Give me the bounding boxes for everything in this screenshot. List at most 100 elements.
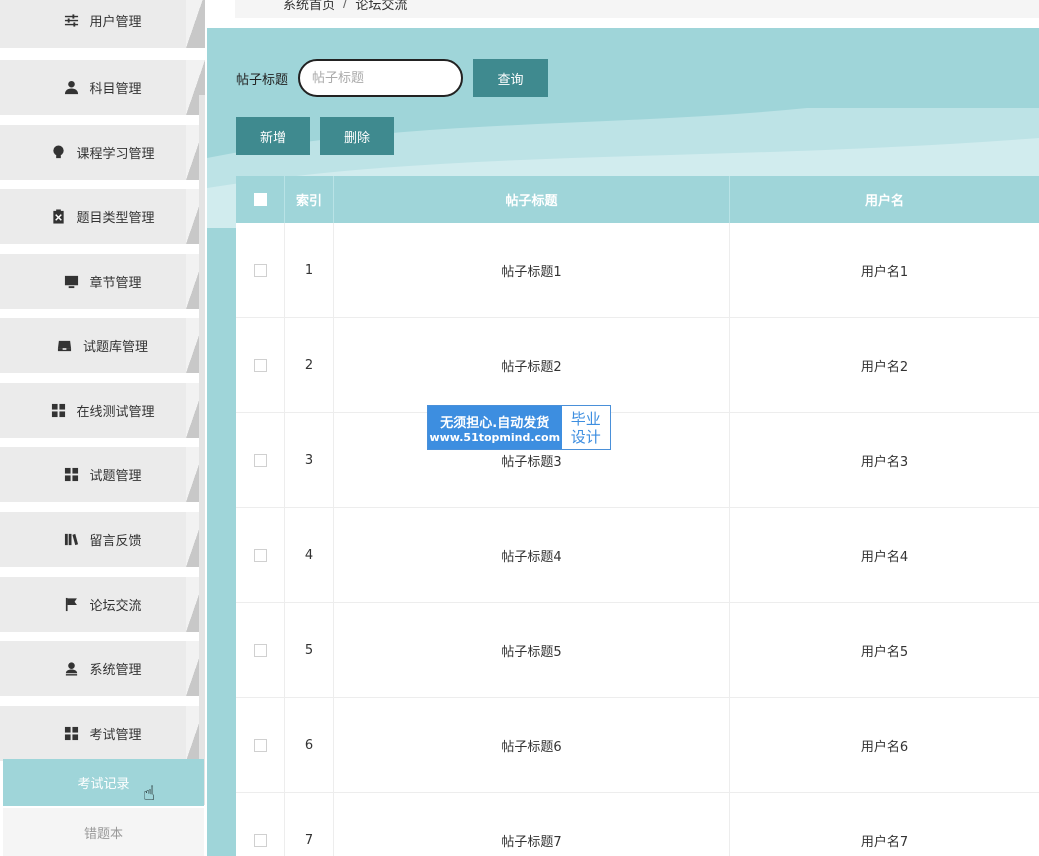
sidebar-item-online-test-management[interactable]: 在线测试管理 bbox=[0, 383, 205, 438]
sidebar-item-label: 题目类型管理 bbox=[76, 211, 155, 226]
table-row: 4 帖子标题4 用户名4 bbox=[236, 508, 1039, 603]
row-checkbox-cell bbox=[236, 318, 285, 412]
search-input[interactable] bbox=[298, 59, 464, 97]
table-row: 6 帖子标题6 用户名6 bbox=[236, 698, 1039, 793]
row-title[interactable]: 帖子标题1 bbox=[334, 223, 730, 317]
sidebar-item-label: 用户管理 bbox=[89, 15, 142, 30]
row-index: 7 bbox=[285, 793, 334, 856]
sidebar-item-label: 系统管理 bbox=[89, 663, 142, 678]
breadcrumb-current: 论坛交流 bbox=[355, 0, 408, 13]
content-panel: 帖子标题 查询 新增 删除 索引 帖子标题 用户名 1帖子标题1用户名12帖子标… bbox=[207, 28, 1039, 856]
table-row: 1 帖子标题1 用户名1 bbox=[236, 223, 1039, 318]
watermark-badge-line2: 设计 bbox=[570, 427, 601, 446]
table-row: 7 帖子标题7 用户名7 bbox=[236, 793, 1039, 856]
breadcrumb-home[interactable]: 系统首页 bbox=[283, 0, 335, 13]
sliders-icon bbox=[63, 13, 79, 29]
header-title: 帖子标题 bbox=[334, 176, 730, 223]
sidebar-item-course-management[interactable]: 课程学习管理 bbox=[0, 125, 205, 180]
sidebar-item-label: 课程学习管理 bbox=[76, 147, 155, 162]
sidebar-item-exam-management[interactable]: 考试管理 bbox=[0, 706, 205, 761]
table-row: 2 帖子标题2 用户名2 bbox=[236, 318, 1039, 413]
table-row: 5 帖子标题5 用户名5 bbox=[236, 603, 1039, 698]
row-index: 3 bbox=[285, 413, 334, 507]
row-checkbox[interactable] bbox=[253, 643, 267, 657]
grid-icon bbox=[63, 726, 79, 742]
row-index: 2 bbox=[285, 318, 334, 412]
sidebar-scrollbar[interactable] bbox=[199, 95, 205, 805]
sidebar-item-label: 论坛交流 bbox=[89, 599, 142, 614]
sidebar-subitem-exam-records[interactable]: 考试记录 ☝ bbox=[3, 759, 204, 806]
select-all-checkbox[interactable] bbox=[253, 193, 267, 206]
sidebar-item-label: 试题库管理 bbox=[82, 340, 148, 355]
search-label: 帖子标题 bbox=[236, 72, 289, 88]
row-index: 1 bbox=[285, 223, 334, 317]
main-area: 系统首页 / 论坛交流 帖子标题 查询 新增 删除 索引 帖子标题 用户名 1帖… bbox=[207, 0, 1039, 856]
row-username: 用户名4 bbox=[860, 549, 909, 565]
search-row: 帖子标题 查询 bbox=[236, 58, 549, 98]
sidebar-item-label: 在线测试管理 bbox=[76, 405, 155, 420]
posts-table: 索引 帖子标题 用户名 1 帖子标题1 用户名1 2 帖子标题2 用户名2 3 帖子标题3 用户… bbox=[236, 176, 1039, 856]
add-button[interactable]: 新增 bbox=[236, 117, 310, 155]
grid-icon bbox=[63, 467, 79, 483]
row-checkbox-cell bbox=[236, 698, 285, 792]
sidebar-item-label: 章节管理 bbox=[89, 276, 142, 291]
row-checkbox[interactable] bbox=[253, 263, 267, 277]
row-title[interactable]: 帖子标题4 bbox=[334, 508, 730, 602]
person-icon bbox=[63, 661, 79, 677]
table-body: 1 帖子标题1 用户名1 2 帖子标题2 用户名2 3 帖子标题3 用户名3 4 帖子标题4 用户名4… bbox=[236, 223, 1039, 856]
sidebar-item-subject-management[interactable]: 科目管理 bbox=[0, 60, 205, 115]
breadcrumb: 系统首页 / 论坛交流 bbox=[235, 0, 1039, 18]
sidebar-item-label: 留言反馈 bbox=[89, 534, 142, 549]
table-header: 索引 帖子标题 用户名 bbox=[236, 176, 1039, 223]
sidebar-subitem-label: 考试记录 bbox=[77, 777, 130, 792]
sidebar-subitem-label: 错题本 bbox=[83, 826, 123, 842]
table-row: 3 帖子标题3 用户名3 bbox=[236, 413, 1039, 508]
flag-icon bbox=[63, 597, 79, 613]
header-username: 用户名 bbox=[864, 194, 904, 209]
row-checkbox[interactable] bbox=[253, 453, 267, 467]
row-username: 用户名7 bbox=[860, 834, 909, 850]
inbox-icon bbox=[57, 338, 73, 354]
row-index: 4 bbox=[285, 508, 334, 602]
books-icon bbox=[63, 532, 79, 548]
sidebar-item-label: 试题管理 bbox=[89, 469, 142, 484]
hand-cursor-icon: ☝ bbox=[143, 781, 156, 805]
row-username: 用户名5 bbox=[860, 644, 909, 660]
header-checkbox-cell bbox=[236, 176, 285, 223]
breadcrumb-separator: / bbox=[343, 0, 348, 11]
watermark-badge-line1: 毕业 bbox=[570, 409, 601, 428]
row-checkbox[interactable] bbox=[253, 358, 267, 372]
sidebar-item-question-bank-management[interactable]: 试题库管理 bbox=[0, 318, 205, 373]
query-button[interactable]: 查询 bbox=[473, 59, 549, 97]
user-icon bbox=[63, 80, 79, 96]
row-checkbox-cell bbox=[236, 223, 285, 317]
sidebar-item-chapter-management[interactable]: 章节管理 bbox=[0, 254, 205, 309]
row-checkbox-cell bbox=[236, 603, 285, 697]
row-title[interactable]: 帖子标题2 bbox=[334, 318, 730, 412]
row-username: 用户名3 bbox=[860, 454, 909, 470]
sidebar-item-label: 科目管理 bbox=[89, 82, 142, 97]
sidebar: 用户管理 科目管理 课程学习管理 题目类型管理 章节管理 试题库管理 在线测试管… bbox=[0, 0, 207, 856]
sidebar-item-forum[interactable]: 论坛交流 bbox=[0, 577, 205, 632]
row-checkbox-cell bbox=[236, 413, 285, 507]
sidebar-item-question-type-management[interactable]: 题目类型管理 bbox=[0, 189, 205, 244]
row-title[interactable]: 帖子标题7 bbox=[334, 793, 730, 856]
sidebar-subitem-wrong-questions[interactable]: 错题本 bbox=[3, 808, 204, 856]
row-index: 6 bbox=[285, 698, 334, 792]
delete-button[interactable]: 删除 bbox=[320, 117, 394, 155]
row-checkbox-cell bbox=[236, 508, 285, 602]
row-checkbox[interactable] bbox=[253, 548, 267, 562]
row-username: 用户名6 bbox=[860, 739, 909, 755]
action-row: 新增 删除 bbox=[236, 117, 394, 155]
row-title[interactable]: 帖子标题6 bbox=[334, 698, 730, 792]
grid-icon bbox=[50, 403, 66, 419]
row-checkbox-cell bbox=[236, 793, 285, 856]
row-title[interactable]: 帖子标题5 bbox=[334, 603, 730, 697]
sidebar-item-system-management[interactable]: 系统管理 bbox=[0, 641, 205, 696]
sidebar-item-user-management[interactable]: 用户管理 bbox=[0, 0, 205, 48]
watermark-line2: www.51topmind.com bbox=[429, 430, 561, 444]
row-checkbox[interactable] bbox=[253, 833, 267, 847]
sidebar-item-feedback[interactable]: 留言反馈 bbox=[0, 512, 205, 567]
sidebar-item-question-management[interactable]: 试题管理 bbox=[0, 447, 205, 502]
row-checkbox[interactable] bbox=[253, 738, 267, 752]
